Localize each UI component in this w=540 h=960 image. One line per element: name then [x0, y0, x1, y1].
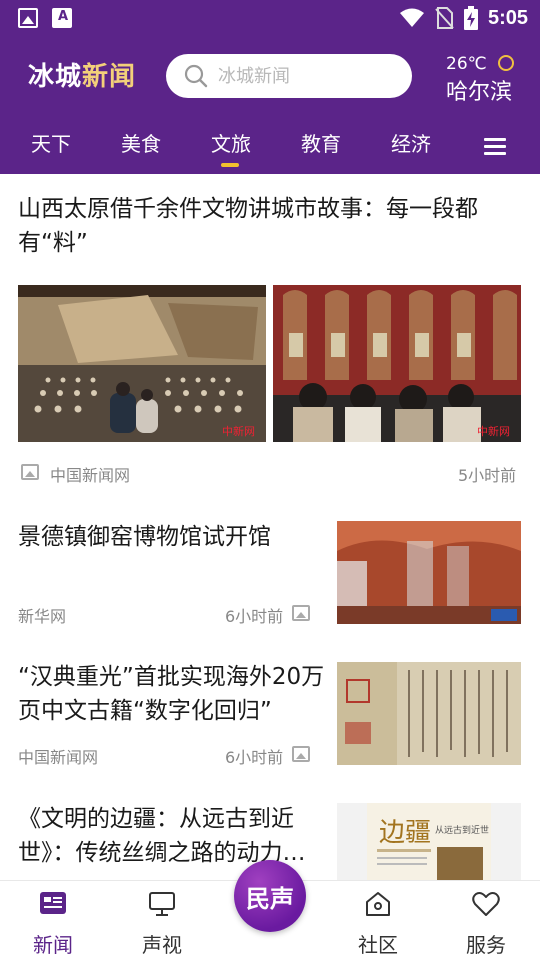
news-title[interactable]: 山西太原借千余件文物讲城市故事：每一段都有“料”: [18, 192, 518, 260]
category-tabs: 天下 美食 文旅 教育 经济: [0, 128, 540, 168]
tab-wenlv[interactable]: 文旅: [211, 128, 251, 167]
app-logo: 冰城新闻: [28, 62, 137, 92]
news-source: 中国新闻网: [18, 748, 99, 767]
news-image-2[interactable]: 中新网: [273, 285, 521, 442]
search-input[interactable]: [218, 62, 398, 90]
no-sim-icon: [435, 7, 454, 29]
tab-jiaoyu[interactable]: 教育: [301, 128, 341, 157]
status-bar: A 5:05: [0, 0, 540, 38]
news-title[interactable]: “汉典重光”首批实现海外20万页中文古籍“数字化回归”: [18, 660, 330, 728]
monitor-icon: [149, 892, 175, 916]
menu-icon[interactable]: [484, 138, 506, 156]
tab-jingji[interactable]: 经济: [391, 128, 431, 157]
sun-icon: [498, 55, 514, 71]
book-cover-title: 边疆: [379, 818, 431, 848]
news-image-1[interactable]: 中新网: [18, 285, 266, 442]
tab-meishi[interactable]: 美食: [121, 128, 161, 157]
book-cover-subtitle: 从远古到近世: [435, 824, 489, 836]
news-time: 6小时前: [225, 607, 284, 626]
news-source: 新华网: [18, 607, 67, 626]
news-title[interactable]: 《文明的边疆：从远古到近世》：传统丝绸之路的动力…: [18, 802, 330, 870]
search-bar[interactable]: [166, 54, 412, 98]
wifi-icon: [399, 8, 424, 27]
news-time: 5小时前: [458, 466, 517, 485]
news-time: 6小时前: [225, 748, 284, 767]
gallery-notification-icon: [18, 8, 38, 28]
news-thumbnail[interactable]: [337, 521, 521, 624]
news-icon: [40, 892, 66, 914]
app-header: A 5:05 冰城新闻 26℃ 哈尔滨 天下 美食 文旅 教育 经济: [0, 0, 540, 174]
battery-charging-icon: [463, 6, 478, 30]
news-source: 中国新闻网: [50, 466, 131, 485]
news-feed: 山西太原借千余件文物讲城市故事：每一段都有“料” 中新网 中新网 中国新闻网 5…: [0, 174, 540, 880]
watermark: 中新网: [222, 424, 255, 438]
clock: 5:05: [487, 6, 528, 29]
weather-city: 哈尔滨: [446, 80, 513, 105]
home-icon: [366, 892, 390, 916]
app-notification-icon: A: [52, 8, 72, 28]
news-title[interactable]: 景德镇御窑博物馆试开馆: [18, 520, 318, 554]
picture-icon: [292, 605, 310, 621]
minsheng-center-button[interactable]: 民声: [234, 860, 306, 932]
watermark: 中新网: [477, 424, 510, 438]
picture-icon: [292, 746, 310, 762]
weather-temperature: 26℃: [446, 54, 487, 74]
news-thumbnail[interactable]: 边疆 从远古到近世: [337, 803, 521, 880]
search-icon: [184, 64, 208, 88]
picture-icon: [21, 464, 39, 480]
heart-icon: [472, 892, 500, 916]
tab-tianxia[interactable]: 天下: [31, 128, 71, 157]
news-thumbnail[interactable]: [337, 662, 521, 765]
